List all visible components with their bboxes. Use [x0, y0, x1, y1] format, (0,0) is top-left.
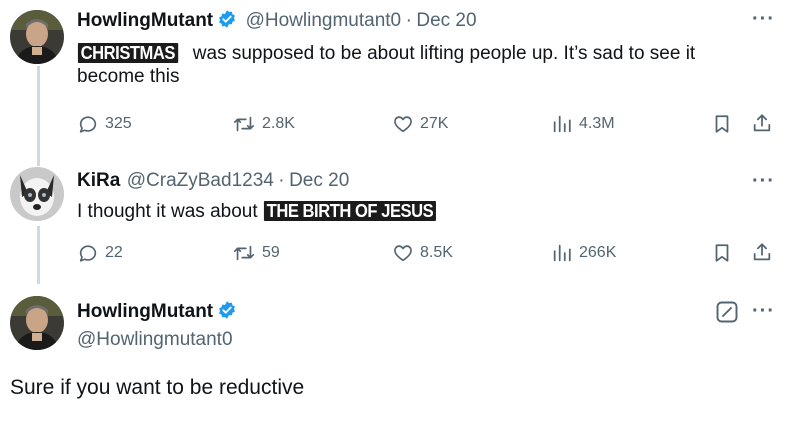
- text-overlay-label: THE BIRTH OF JESUS: [262, 200, 437, 222]
- reply-count: 22: [105, 244, 123, 261]
- views-count: 4.3M: [579, 115, 615, 132]
- tweet-date[interactable]: Dec 20: [416, 10, 476, 31]
- repost-count: 2.8K: [262, 115, 295, 132]
- bar-chart-icon: [551, 113, 573, 135]
- bookmark-icon[interactable]: [711, 113, 733, 140]
- reply-count: 325: [105, 115, 132, 132]
- text-overlay-label: CHRISTMAS: [77, 42, 179, 64]
- more-dots-icon[interactable]: ···: [752, 8, 775, 31]
- author-name[interactable]: HowlingMutant: [77, 10, 213, 31]
- heart-icon: [392, 242, 414, 264]
- avatar[interactable]: [10, 10, 64, 64]
- bookmark-icon[interactable]: [711, 242, 733, 269]
- edit-icon[interactable]: [715, 300, 739, 329]
- tweet-text: I thought it was about THE BIRTH OF JESU…: [77, 200, 757, 223]
- views-button[interactable]: 4.3M: [551, 113, 615, 135]
- reply-button[interactable]: 325: [77, 113, 132, 135]
- more-dots-icon[interactable]: ···: [752, 170, 775, 193]
- bar-chart-icon: [551, 242, 573, 264]
- tweet-text: Sure if you want to be reductive: [10, 376, 305, 399]
- speech-bubble-icon: [77, 242, 99, 264]
- repost-arrows-icon: [232, 242, 256, 264]
- share-icon[interactable]: [751, 112, 773, 139]
- like-count: 27K: [420, 115, 449, 132]
- author-name[interactable]: KiRa: [77, 170, 120, 191]
- share-icon[interactable]: [751, 241, 773, 268]
- repost-arrows-icon: [232, 113, 256, 135]
- avatar[interactable]: [10, 296, 64, 350]
- repost-count: 59: [262, 244, 280, 261]
- speech-bubble-icon: [77, 113, 99, 135]
- avatar[interactable]: [10, 167, 64, 221]
- repost-button[interactable]: 59: [232, 242, 280, 264]
- author-handle[interactable]: @CraZyBad1234: [127, 170, 274, 191]
- tweet-date[interactable]: Dec 20: [289, 170, 349, 191]
- author-handle[interactable]: @Howlingmutant0: [77, 329, 233, 351]
- tweet-text: CHRISTMAS was supposed to be about lifti…: [77, 42, 757, 88]
- tweet-header: KiRa @CraZyBad1234 · Dec 20: [77, 170, 349, 192]
- tweet-text-body: I thought it was about: [77, 201, 263, 222]
- author-handle[interactable]: @Howlingmutant0: [246, 10, 402, 31]
- author-name[interactable]: HowlingMutant: [77, 301, 213, 322]
- tweet-header: HowlingMutant: [77, 300, 237, 325]
- thread-line: [37, 226, 40, 284]
- verified-badge-icon: [217, 9, 237, 34]
- separator-dot: ·: [278, 170, 285, 191]
- views-button[interactable]: 266K: [551, 242, 616, 264]
- views-count: 266K: [579, 244, 617, 261]
- separator-dot: ·: [405, 10, 412, 31]
- like-button[interactable]: 27K: [392, 113, 448, 135]
- more-dots-icon[interactable]: ···: [752, 300, 775, 323]
- tweet-header: HowlingMutant @Howlingmutant0 · Dec 20: [77, 9, 477, 34]
- heart-icon: [392, 113, 414, 135]
- thread-line: [37, 66, 40, 166]
- like-count: 8.5K: [420, 244, 453, 261]
- like-button[interactable]: 8.5K: [392, 242, 453, 264]
- reply-button[interactable]: 22: [77, 242, 123, 264]
- repost-button[interactable]: 2.8K: [232, 113, 295, 135]
- verified-badge-icon: [217, 300, 237, 325]
